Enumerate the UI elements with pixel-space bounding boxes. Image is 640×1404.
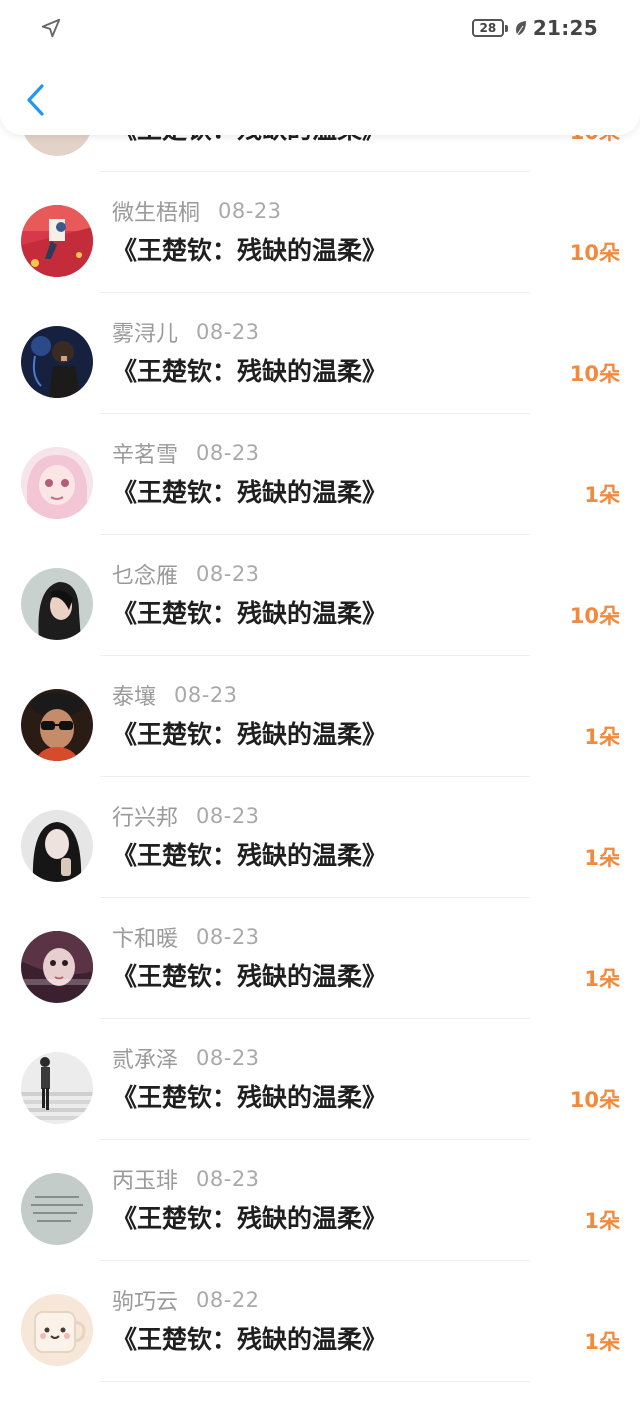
status-time: 21:25 [532, 16, 598, 40]
gift-amount: 1朵 [584, 483, 620, 507]
user-name[interactable]: 微生梧桐 [112, 195, 200, 227]
gift-date: 08-23 [174, 683, 238, 707]
back-button[interactable] [18, 80, 52, 120]
gift-date: 08-23 [196, 441, 260, 465]
avatar[interactable] [21, 810, 93, 882]
gift-date: 08-23 [196, 1167, 260, 1191]
leaf-icon [515, 21, 526, 36]
user-name[interactable]: 辛茗雪 [112, 437, 178, 469]
top-header: 28 21:25 [0, 0, 640, 135]
gift-amount: 10朵 [569, 604, 620, 628]
avatar[interactable] [21, 1173, 93, 1245]
divider [100, 292, 530, 293]
avatar[interactable] [21, 689, 93, 761]
user-name[interactable]: 贰承泽 [112, 1042, 178, 1074]
avatar[interactable] [21, 931, 93, 1003]
item-meta: 泰壤 08-23 [112, 678, 238, 712]
item-meta: 丙玉琲 08-23 [112, 1162, 260, 1196]
battery-icon: 28 [471, 19, 504, 37]
gift-date: 08-23 [196, 925, 260, 949]
divider [100, 1381, 530, 1382]
article-title: 《王楚钦：残缺的温柔》 [112, 236, 388, 265]
avatar[interactable] [21, 568, 93, 640]
article-title: 《王楚钦：残缺的温柔》 [112, 1325, 388, 1354]
list-item[interactable]: 行兴邦 08-23 《王楚钦：残缺的温柔》 1朵 [0, 799, 640, 920]
list-item[interactable]: 乜念雁 08-23 《王楚钦：残缺的温柔》 10朵 [0, 557, 640, 678]
user-name[interactable]: 雾浔儿 [112, 316, 178, 348]
avatar[interactable] [21, 1294, 93, 1366]
gift-date: 08-23 [196, 562, 260, 586]
item-meta: 雾浔儿 08-23 [112, 315, 260, 349]
divider [100, 655, 530, 656]
user-name[interactable]: 卞和暖 [112, 921, 178, 953]
gift-amount: 10朵 [569, 241, 620, 265]
article-title: 《王楚钦：残缺的温柔》 [112, 357, 388, 386]
avatar[interactable] [21, 1052, 93, 1124]
item-meta: 乜念雁 08-23 [112, 557, 260, 591]
article-title: 《王楚钦：残缺的温柔》 [112, 720, 388, 749]
article-title: 《王楚钦：残缺的温柔》 [112, 1083, 388, 1112]
user-name[interactable]: 泰壤 [112, 679, 156, 711]
gift-date: 08-22 [196, 1288, 260, 1312]
avatar[interactable] [21, 326, 93, 398]
gift-date: 08-23 [196, 320, 260, 344]
list-item[interactable]: 驹巧云 08-22 《王楚钦：残缺的温柔》 1朵 [0, 1283, 640, 1404]
avatar[interactable] [21, 447, 93, 519]
gift-amount: 1朵 [584, 846, 620, 870]
gift-amount: 1朵 [584, 1330, 620, 1354]
article-title: 《王楚钦：残缺的温柔》 [112, 962, 388, 991]
divider [100, 1139, 530, 1140]
user-name[interactable]: 驹巧云 [112, 1284, 178, 1316]
gift-date: 08-23 [196, 804, 260, 828]
user-name[interactable]: 乜念雁 [112, 558, 178, 590]
battery-level: 28 [479, 21, 497, 35]
divider [100, 171, 530, 172]
list-item[interactable]: 微生梧桐 08-23 《王楚钦：残缺的温柔》 10朵 [0, 194, 640, 315]
divider [100, 413, 530, 414]
list-item[interactable]: 雾浔儿 08-23 《王楚钦：残缺的温柔》 10朵 [0, 315, 640, 436]
item-meta: 辛茗雪 08-23 [112, 436, 260, 470]
user-name[interactable]: 行兴邦 [112, 800, 178, 832]
divider [100, 1018, 530, 1019]
item-meta: 卞和暖 08-23 [112, 920, 260, 954]
list-item[interactable]: 丙玉琲 08-23 《王楚钦：残缺的温柔》 1朵 [0, 1162, 640, 1283]
divider [100, 776, 530, 777]
divider [100, 534, 530, 535]
gift-amount: 10朵 [569, 1088, 620, 1112]
list-item[interactable]: 卞和暖 08-23 《王楚钦：残缺的温柔》 1朵 [0, 920, 640, 1041]
status-bar: 28 21:25 [0, 0, 640, 56]
gift-amount: 1朵 [584, 725, 620, 749]
gift-list: 《王楚钦：残缺的温柔》 10朵 微生梧桐 08-23 《王楚钦：残缺的温柔》 1… [0, 0, 640, 1387]
status-right: 28 21:25 [471, 14, 598, 42]
article-title: 《王楚钦：残缺的温柔》 [112, 1204, 388, 1233]
gift-amount: 1朵 [584, 967, 620, 991]
article-title: 《王楚钦：残缺的温柔》 [112, 478, 388, 507]
user-name[interactable]: 丙玉琲 [112, 1163, 178, 1195]
item-meta: 微生梧桐 08-23 [112, 194, 282, 228]
list-item[interactable]: 贰承泽 08-23 《王楚钦：残缺的温柔》 10朵 [0, 1041, 640, 1162]
gift-amount: 10朵 [569, 362, 620, 386]
article-title: 《王楚钦：残缺的温柔》 [112, 841, 388, 870]
list-item[interactable]: 泰壤 08-23 《王楚钦：残缺的温柔》 1朵 [0, 678, 640, 799]
item-meta: 行兴邦 08-23 [112, 799, 260, 833]
item-meta: 贰承泽 08-23 [112, 1041, 260, 1075]
item-meta: 驹巧云 08-22 [112, 1283, 260, 1317]
divider [100, 1260, 530, 1261]
gift-date: 08-23 [196, 1046, 260, 1070]
divider [100, 897, 530, 898]
list-item[interactable]: 辛茗雪 08-23 《王楚钦：残缺的温柔》 1朵 [0, 436, 640, 557]
gift-date: 08-23 [218, 199, 282, 223]
battery-tip [504, 24, 508, 32]
gift-amount: 1朵 [584, 1209, 620, 1233]
article-title: 《王楚钦：残缺的温柔》 [112, 599, 388, 628]
location-arrow-icon [41, 18, 61, 38]
avatar[interactable] [21, 205, 93, 277]
